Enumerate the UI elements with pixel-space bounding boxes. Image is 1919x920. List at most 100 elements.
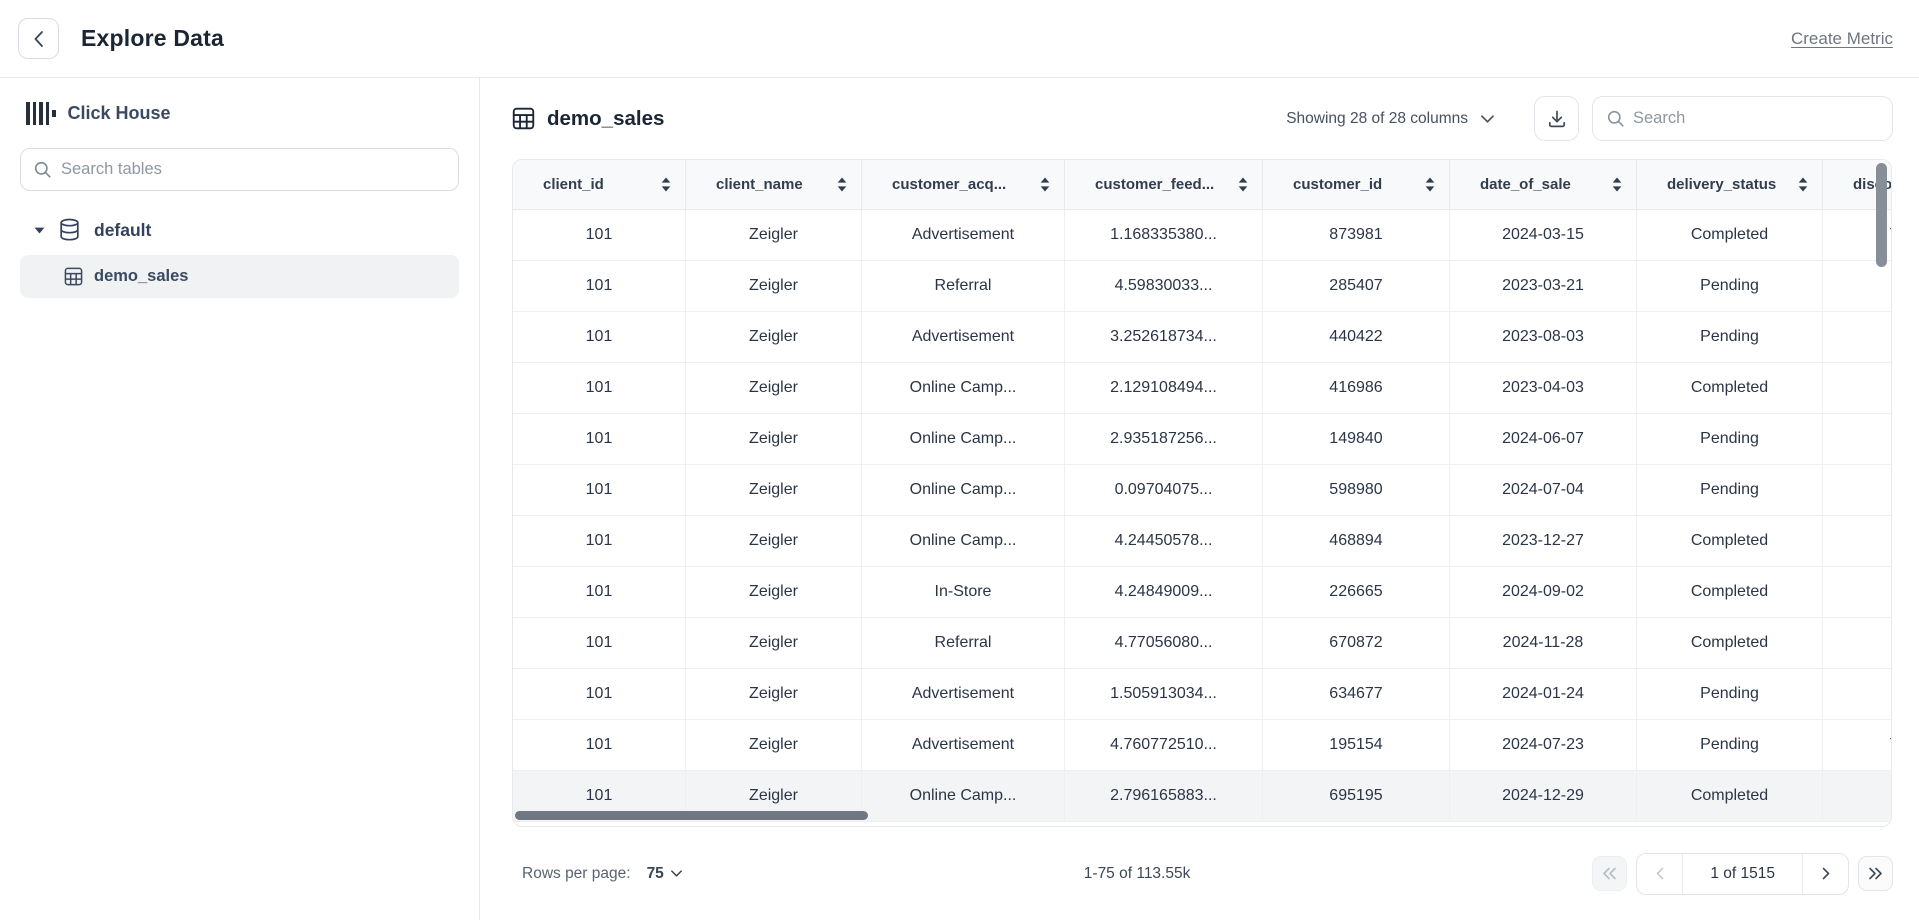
- table-cell: Referral: [862, 261, 1065, 312]
- table-cell: 2023-04-03: [1450, 363, 1637, 414]
- table-cell: Zeigler: [686, 210, 862, 261]
- table-cell: No: [1823, 516, 1892, 567]
- last-page-button[interactable]: [1858, 856, 1893, 891]
- sort-icon[interactable]: [837, 177, 847, 192]
- table-cell: 2024-06-07: [1450, 414, 1637, 465]
- table-cell: Online Camp...: [862, 771, 1065, 822]
- table-data-search-box[interactable]: [1592, 96, 1893, 141]
- column-header-delivery-status[interactable]: delivery_status: [1637, 160, 1823, 209]
- download-icon: [1547, 109, 1567, 129]
- table-cell: 101: [513, 618, 686, 669]
- table-cell: 2023-12-27: [1450, 516, 1637, 567]
- column-header-customer-id[interactable]: customer_id: [1263, 160, 1450, 209]
- first-page-button[interactable]: [1592, 856, 1627, 891]
- table-cell: 2024-09-02: [1450, 567, 1637, 618]
- sort-icon[interactable]: [1425, 177, 1435, 192]
- table-title-group: demo_sales: [512, 107, 664, 131]
- table-cell: 468894: [1263, 516, 1450, 567]
- database-icon: [59, 218, 80, 242]
- column-header-date-of-sale[interactable]: date_of_sale: [1450, 160, 1637, 209]
- table-cell: Online Camp...: [862, 516, 1065, 567]
- next-page-button[interactable]: [1802, 854, 1848, 894]
- table-cell: Zeigler: [686, 720, 862, 771]
- column-label: customer_id: [1293, 176, 1382, 193]
- caret-down-icon[interactable]: [34, 227, 45, 234]
- table-cell: Referral: [862, 618, 1065, 669]
- table-body: 101ZeiglerAdvertisement1.168335380...873…: [513, 210, 1891, 822]
- chevron-left-icon: [1656, 867, 1664, 880]
- rows-per-page-value: 75: [647, 865, 664, 883]
- column-header-customer-acq[interactable]: customer_acq...: [862, 160, 1065, 209]
- table-row[interactable]: 101ZeiglerOnline Camp...2.935187256...14…: [513, 414, 1891, 465]
- table-cell: 101: [513, 720, 686, 771]
- columns-summary-label: Showing 28 of 28 columns: [1286, 110, 1468, 128]
- sidebar: Click House default: [0, 78, 480, 920]
- table-row[interactable]: 101ZeiglerOnline Camp...2.129108494...41…: [513, 363, 1891, 414]
- back-button[interactable]: [18, 18, 59, 59]
- table-cell: 4.24450578...: [1065, 516, 1263, 567]
- table-cell: Zeigler: [686, 312, 862, 363]
- search-tables-input[interactable]: [61, 160, 445, 179]
- table-row[interactable]: 101ZeiglerAdvertisement1.505913034...634…: [513, 669, 1891, 720]
- table-cell: No: [1823, 567, 1892, 618]
- table-search-box[interactable]: [20, 148, 459, 191]
- table-cell: 2024-07-23: [1450, 720, 1637, 771]
- column-header-client-name[interactable]: client_name: [686, 160, 862, 209]
- table-cell: Zeigler: [686, 669, 862, 720]
- sort-icon[interactable]: [1040, 177, 1050, 192]
- table-cell: 2024-12-29: [1450, 771, 1637, 822]
- main-panel: demo_sales Showing 28 of 28 columns: [480, 78, 1919, 920]
- create-metric-link[interactable]: Create Metric: [1791, 29, 1893, 49]
- download-button[interactable]: [1534, 96, 1579, 141]
- table-cell: Completed: [1637, 363, 1823, 414]
- table-cell: 226665: [1263, 567, 1450, 618]
- table-cell: 1.505913034...: [1065, 669, 1263, 720]
- horizontal-scrollbar-thumb[interactable]: [515, 811, 868, 820]
- double-chevron-left-icon: [1602, 867, 1617, 880]
- sort-icon[interactable]: [1798, 177, 1808, 192]
- table-cell: 2024-11-28: [1450, 618, 1637, 669]
- table-cell: Zeigler: [686, 363, 862, 414]
- sort-icon[interactable]: [661, 177, 671, 192]
- previous-page-button[interactable]: [1637, 854, 1683, 894]
- table-cell: Completed: [1637, 210, 1823, 261]
- table-row[interactable]: 101ZeiglerReferral4.77056080...670872202…: [513, 618, 1891, 669]
- table-row[interactable]: 101ZeiglerOnline Camp...4.24450578...468…: [513, 516, 1891, 567]
- table-row[interactable]: 101ZeiglerAdvertisement4.760772510...195…: [513, 720, 1891, 771]
- columns-summary-dropdown[interactable]: Showing 28 of 28 columns: [1286, 110, 1494, 128]
- table-cell: Completed: [1637, 516, 1823, 567]
- table-row[interactable]: 101ZeiglerReferral4.59830033...285407202…: [513, 261, 1891, 312]
- table-icon: [512, 107, 535, 130]
- table-cell: 101: [513, 312, 686, 363]
- table-cell: Advertisement: [862, 312, 1065, 363]
- table-cell: Zeigler: [686, 567, 862, 618]
- table-search-input[interactable]: [1633, 109, 1878, 128]
- chevron-left-icon: [34, 31, 43, 47]
- data-table: client_idclient_namecustomer_acq...custo…: [512, 159, 1892, 827]
- sort-icon[interactable]: [1612, 177, 1622, 192]
- table-cell: 2.129108494...: [1065, 363, 1263, 414]
- table-row[interactable]: 101ZeiglerAdvertisement3.252618734...440…: [513, 312, 1891, 363]
- vertical-scrollbar-thumb[interactable]: [1876, 163, 1887, 267]
- table-cell: Zeigler: [686, 516, 862, 567]
- table-cell: No: [1823, 618, 1892, 669]
- column-label: delivery_status: [1667, 176, 1776, 193]
- column-header-customer-feed[interactable]: customer_feed...: [1065, 160, 1263, 209]
- table-cell: 101: [513, 363, 686, 414]
- rows-per-page: Rows per page: 75: [512, 865, 682, 883]
- rows-per-page-select[interactable]: 75: [647, 865, 682, 883]
- sidebar-item-database[interactable]: default: [20, 218, 459, 242]
- table-row[interactable]: 101ZeiglerOnline Camp...0.09704075...598…: [513, 465, 1891, 516]
- table-row[interactable]: 101ZeiglerAdvertisement1.168335380...873…: [513, 210, 1891, 261]
- sort-icon[interactable]: [1238, 177, 1248, 192]
- pagination: 1 of 1515: [1592, 853, 1893, 895]
- table-cell: Yes: [1823, 720, 1892, 771]
- column-label: date_of_sale: [1480, 176, 1571, 193]
- table-row[interactable]: 101ZeiglerIn-Store4.24849009...226665202…: [513, 567, 1891, 618]
- table-cell: Advertisement: [862, 720, 1065, 771]
- table-cell: 873981: [1263, 210, 1450, 261]
- datasource-label: Click House: [68, 103, 171, 124]
- column-header-client-id[interactable]: client_id: [513, 160, 686, 209]
- table-cell: 101: [513, 210, 686, 261]
- sidebar-item-demo-sales[interactable]: demo_sales: [20, 255, 459, 298]
